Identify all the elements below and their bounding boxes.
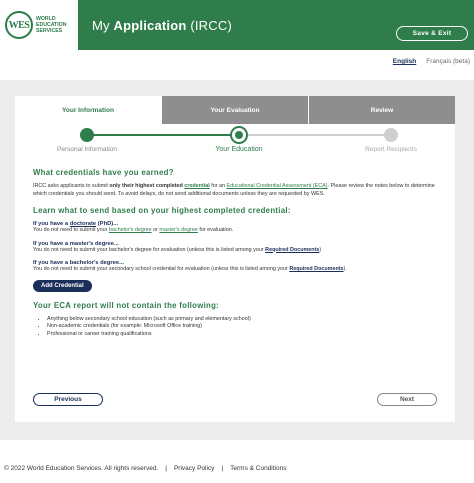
add-credential-button[interactable]: Add Credential xyxy=(33,279,92,292)
required-documents-link-2[interactable]: Required Documents xyxy=(289,266,343,272)
next-button[interactable]: Next xyxy=(377,393,437,406)
exclusions-list: Anything below secondary school educatio… xyxy=(47,316,437,339)
answer-doctorate: You do not need to submit your bachelor'… xyxy=(33,227,234,233)
wes-logo-mark: WES xyxy=(5,11,33,39)
list-item: Anything below secondary school educatio… xyxy=(47,316,437,324)
bachelors-degree-link[interactable]: bachelor's degree xyxy=(109,227,152,233)
eca-link[interactable]: Educational Credential Assessment (ECA) xyxy=(227,183,328,189)
step-connector-complete xyxy=(87,134,239,136)
copyright-text: © 2022 World Education Services. All rig… xyxy=(4,465,159,472)
navigation-buttons: Previous Next xyxy=(33,393,437,406)
step-label-personal-information: Personal Information xyxy=(57,146,117,153)
language-english-link[interactable]: English xyxy=(393,58,416,65)
section-heading-credentials: What credentials have you earned? xyxy=(33,168,174,177)
page-title: My Application (IRCC) xyxy=(92,17,232,33)
save-exit-button[interactable]: Save & Exit xyxy=(396,26,468,41)
masters-degree-link[interactable]: master's degree xyxy=(159,227,197,233)
privacy-policy-link[interactable]: Privacy Policy xyxy=(174,465,214,472)
answer-bachelors: You do not need to submit your secondary… xyxy=(33,266,347,272)
language-french-link[interactable]: Français (beta) xyxy=(426,58,470,65)
section-heading-eca-excludes: Your ECA report will not contain the fol… xyxy=(33,300,220,310)
tab-review[interactable]: Review xyxy=(308,96,455,124)
step-dot-your-education xyxy=(232,128,246,142)
page-footer: © 2022 World Education Services. All rig… xyxy=(4,465,286,472)
terms-conditions-link[interactable]: Terms & Conditions xyxy=(230,465,286,472)
answer-masters: You do not need to submit your bachelor'… xyxy=(33,246,322,253)
language-switcher: English Français (beta) xyxy=(393,58,470,65)
list-item: Non-academic credentials (for example: M… xyxy=(47,323,437,331)
tab-your-information[interactable]: Your Information xyxy=(15,96,161,124)
wes-logo-text: WORLD EDUCATION SERVICES xyxy=(36,16,67,34)
credential-link[interactable]: credential xyxy=(184,183,209,189)
section-tabs: Your Information Your Evaluation Review xyxy=(15,96,455,124)
wes-logo[interactable]: WES WORLD EDUCATION SERVICES xyxy=(0,0,78,50)
step-connector-pending xyxy=(239,134,391,136)
intro-paragraph: IRCC asks applicants to submit only thei… xyxy=(33,183,435,197)
list-item: Professional or career training qualific… xyxy=(47,331,437,339)
step-label-report-recipients: Report Recipients xyxy=(365,146,417,153)
top-bar: WES WORLD EDUCATION SERVICES My Applicat… xyxy=(0,0,474,50)
section-heading-learn: Learn what to send based on your highest… xyxy=(33,206,291,215)
step-label-your-education: Your Education xyxy=(215,146,263,153)
education-content: What credentials have you earned? IRCC a… xyxy=(15,168,455,338)
header-banner: My Application (IRCC) Save & Exit xyxy=(78,0,474,50)
application-card: Your Information Your Evaluation Review … xyxy=(15,96,455,422)
footer-separator: | xyxy=(165,465,167,472)
step-dot-personal-information xyxy=(80,128,94,142)
tab-your-evaluation[interactable]: Your Evaluation xyxy=(161,96,308,124)
required-documents-link[interactable]: Required Documents xyxy=(265,247,319,253)
previous-button[interactable]: Previous xyxy=(33,393,103,406)
step-dot-report-recipients xyxy=(384,128,398,142)
progress-stepper: Personal Information Your Education Repo… xyxy=(15,124,455,168)
footer-separator: | xyxy=(221,465,224,472)
